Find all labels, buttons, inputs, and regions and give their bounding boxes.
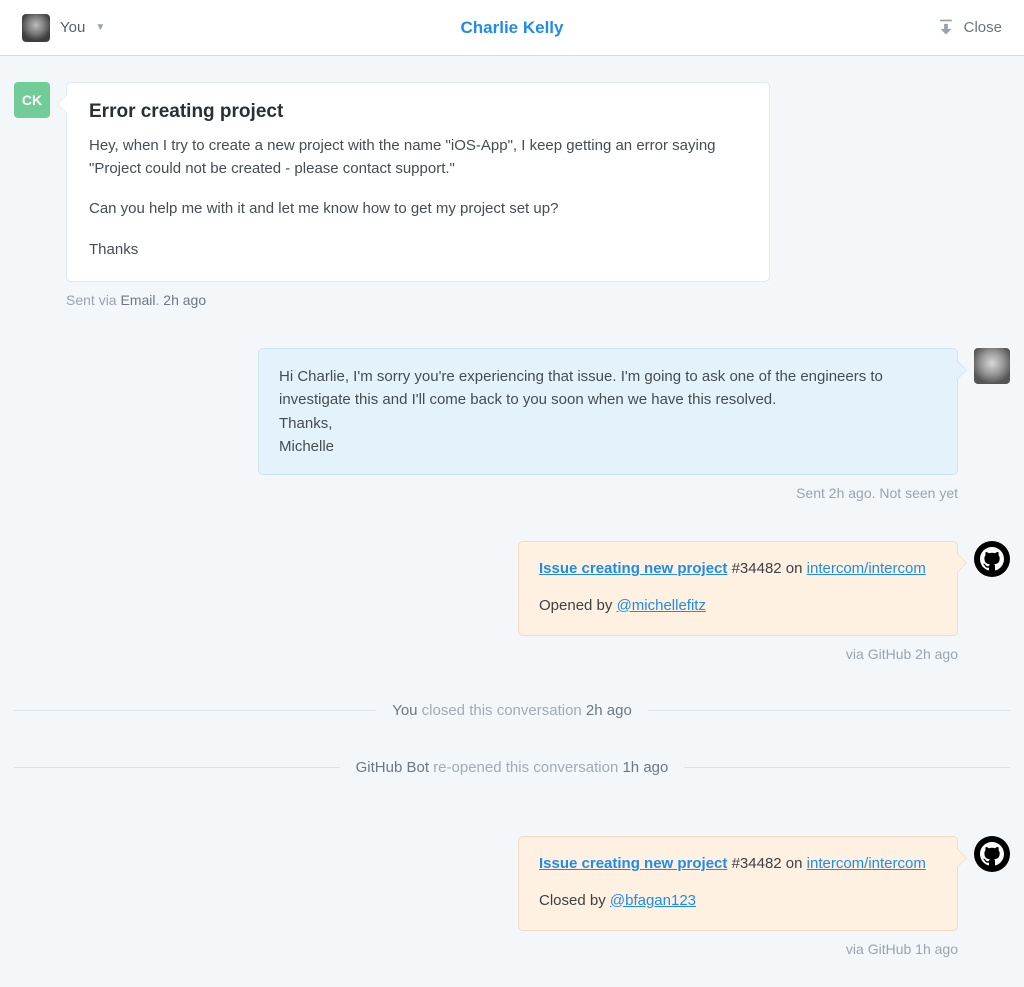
close-button[interactable]: Close [936,18,1002,38]
issue-link[interactable]: Issue creating new project [539,855,727,872]
actor-link[interactable]: @michellefitz [617,597,706,614]
issue-link[interactable]: Issue creating new project [539,560,727,577]
current-user-label: You [60,19,85,36]
download-icon [936,18,956,38]
event-time: 1h ago [622,759,668,776]
integration-note: Issue creating new project #34482 on int… [14,836,1010,931]
event-action: closed this conversation [418,702,586,719]
github-card: Issue creating new project #34482 on int… [518,836,958,931]
github-icon [980,547,1004,571]
agent-avatar[interactable] [974,348,1010,384]
issue-number: #34482 on [727,560,806,577]
message-incoming: CK Error creating project Hey, when I tr… [14,82,1010,308]
github-avatar[interactable] [974,836,1010,872]
event-time: 2h ago [586,702,632,719]
seen-status: Not seen yet [879,485,958,501]
via-source: GitHub [868,941,912,957]
github-avatar[interactable] [974,541,1010,577]
event-row: You closed this conversation 2h ago [14,702,1010,719]
conversation-stream: CK Error creating project Hey, when I tr… [0,56,1024,987]
note-meta: via GitHub 1h ago [14,941,1010,957]
reply-line: Thanks, [279,412,937,435]
repo-link[interactable]: intercom/intercom [807,560,926,577]
github-card: Issue creating new project #34482 on int… [518,541,958,636]
timestamp: 2h ago [163,292,206,308]
conversation-header: You ▼ Charlie Kelly Close [0,0,1024,56]
reply-line: Michelle [279,435,937,458]
reply-meta: Sent 2h ago. Not seen yet [14,485,1010,501]
channel-label: Email [120,292,155,308]
reply-line: Hi Charlie, I'm sorry you're experiencin… [279,365,937,412]
message-meta: Sent via Email. 2h ago [66,292,770,308]
timestamp: 2h ago [829,485,872,501]
message-body: Hey, when I try to create a new project … [89,135,747,261]
integration-note: Issue creating new project #34482 on int… [14,541,1010,636]
event-action: re-opened this conversation [429,759,622,776]
identity-switcher[interactable]: You ▼ [22,14,105,42]
github-icon [980,842,1004,866]
event-row: GitHub Bot re-opened this conversation 1… [14,759,1010,776]
message-paragraph: Thanks [89,239,747,262]
current-user-avatar [22,14,50,42]
timestamp: 2h ago [911,646,958,662]
event-actor: You [392,702,417,719]
message-paragraph: Hey, when I try to create a new project … [89,135,747,180]
reply-card: Hi Charlie, I'm sorry you're experiencin… [258,348,958,475]
message-outgoing: Hi Charlie, I'm sorry you're experiencin… [14,348,1010,475]
message-card: Error creating project Hey, when I try t… [66,82,770,282]
message-subject: Error creating project [89,101,747,123]
contact-avatar[interactable]: CK [14,82,50,118]
via-source: GitHub [868,646,912,662]
timestamp: 1h ago [911,941,958,957]
close-label: Close [964,19,1002,36]
caret-down-icon: ▼ [95,22,105,33]
issue-number: #34482 on [727,855,806,872]
message-paragraph: Can you help me with it and let me know … [89,198,747,221]
repo-link[interactable]: intercom/intercom [807,855,926,872]
contact-name-link[interactable]: Charlie Kelly [461,18,564,38]
event-actor: GitHub Bot [356,759,429,776]
note-meta: via GitHub 2h ago [14,646,1010,662]
actor-link[interactable]: @bfagan123 [610,892,696,909]
